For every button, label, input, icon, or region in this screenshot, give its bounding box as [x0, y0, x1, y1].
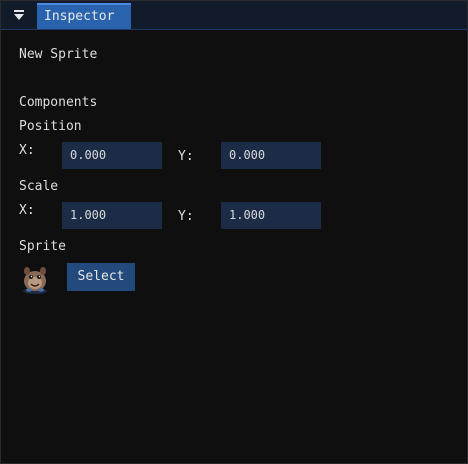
sprite-select-button[interactable]: Select — [67, 263, 135, 291]
tab-inspector[interactable]: Inspector — [37, 3, 131, 29]
position-label: Position — [19, 119, 82, 134]
scale-y-label: Y: — [178, 209, 194, 224]
inspector-window: Inspector New Sprite Components Position… — [0, 0, 468, 464]
creature-sprite-icon[interactable] — [19, 263, 51, 295]
title-bar: Inspector — [1, 1, 467, 30]
position-y-label: Y: — [178, 149, 194, 164]
scale-x-input[interactable]: 1.000 — [62, 202, 162, 229]
entity-name: New Sprite — [19, 47, 98, 62]
collapse-arrow-icon[interactable] — [10, 8, 30, 26]
components-heading: Components — [19, 95, 98, 110]
position-x-input[interactable]: 0.000 — [62, 142, 162, 169]
scale-label: Scale — [19, 179, 59, 194]
scale-y-input[interactable]: 1.000 — [221, 202, 321, 229]
sprite-label: Sprite — [19, 239, 66, 254]
scale-x-label: X: — [19, 203, 35, 218]
position-x-label: X: — [19, 143, 35, 158]
position-y-input[interactable]: 0.000 — [221, 142, 321, 169]
